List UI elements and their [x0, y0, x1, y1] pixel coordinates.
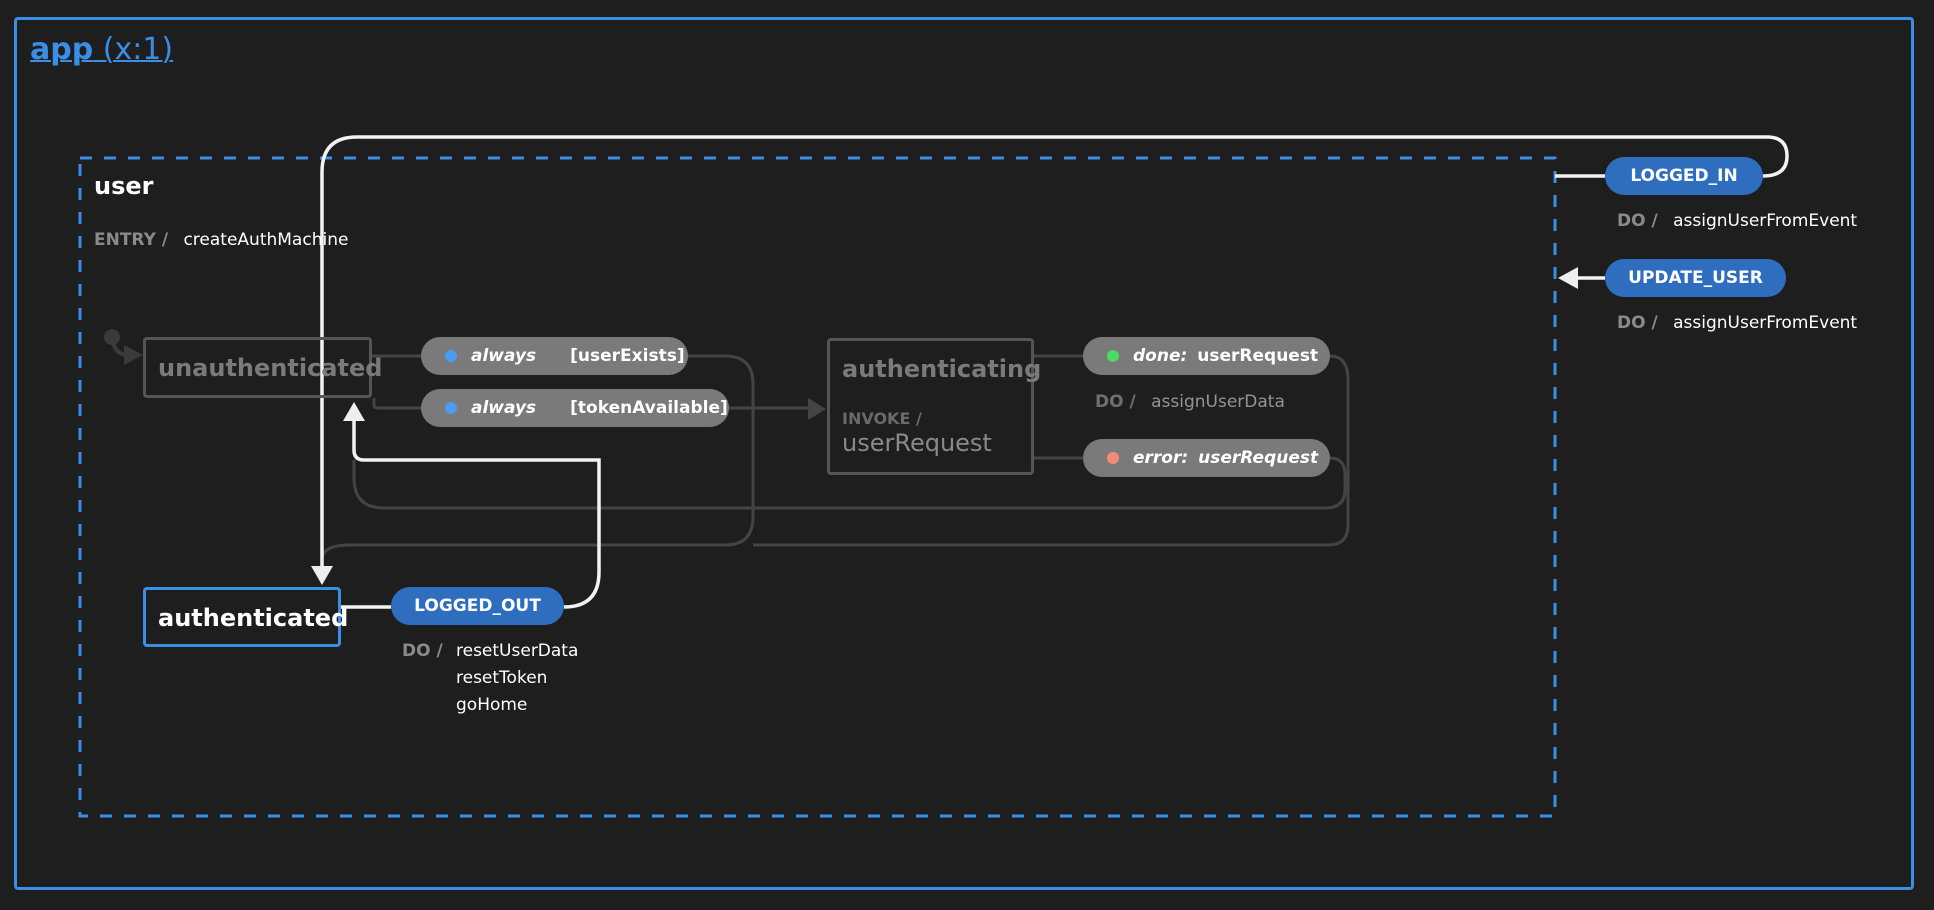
do-label: DO / [402, 641, 443, 661]
invoke-source: userRequest [842, 429, 992, 457]
action-name: assignUserData [1151, 392, 1285, 412]
event-label: always [471, 346, 537, 366]
state-authenticated[interactable]: authenticated [143, 587, 348, 647]
update-user-actions: DO / assignUserFromEvent [1617, 313, 1857, 333]
transition-done-user-request[interactable]: done: userRequest [1083, 337, 1330, 375]
user-entry-action: ENTRY / createAuthMachine [94, 230, 348, 250]
action-name: resetUserData [456, 641, 579, 661]
do-label: DO / [1617, 211, 1658, 231]
user-state-title: user [94, 172, 154, 200]
event-logged-out-button[interactable]: LOGGED_OUT [391, 587, 564, 625]
done-dot-icon [1107, 350, 1119, 362]
event-label: done: [1133, 346, 1188, 366]
event-logged-in-button[interactable]: LOGGED_IN [1605, 157, 1763, 195]
event-label: always [471, 398, 537, 418]
entry-label: ENTRY / [94, 230, 169, 250]
state-name: authenticating [842, 355, 1042, 383]
app-title-name: app [30, 32, 94, 67]
event-label: error: [1133, 448, 1189, 468]
state-unauthenticated[interactable]: unauthenticated [143, 337, 382, 398]
transition-always-token-available[interactable]: always [tokenAvailable] [421, 389, 729, 427]
state-name: authenticated [158, 604, 349, 632]
guard-label: [userExists] [570, 346, 685, 366]
logged-in-actions: DO / assignUserFromEvent [1617, 211, 1857, 231]
action-name: goHome [456, 695, 528, 715]
action-name: resetToken [456, 668, 548, 688]
app-title-suffix: (x:1) [93, 32, 174, 67]
invoke-label: INVOKE / [842, 409, 922, 428]
event-update-user-button[interactable]: UPDATE_USER [1605, 259, 1786, 297]
do-label: DO / [1095, 392, 1136, 412]
event-target: userRequest [1197, 346, 1319, 366]
entry-action-name: createAuthMachine [183, 230, 349, 250]
action-name: assignUserFromEvent [1673, 313, 1858, 333]
always-dot-icon [445, 402, 457, 414]
guard-label: [tokenAvailable] [570, 398, 728, 418]
transition-error-user-request[interactable]: error: userRequest [1083, 439, 1330, 477]
state-name: unauthenticated [158, 354, 383, 382]
transition-always-user-exists[interactable]: always [userExists] [421, 337, 688, 375]
event-target: userRequest [1198, 448, 1319, 468]
do-label: DO / [1617, 313, 1658, 333]
app-title-link[interactable]: app (x:1) [30, 32, 173, 67]
action-name: assignUserFromEvent [1673, 211, 1858, 231]
logged-out-actions: DO / [402, 641, 443, 661]
state-authenticating[interactable]: authenticating INVOKE / userRequest [827, 338, 1041, 475]
done-actions: DO / assignUserData [1095, 392, 1285, 412]
error-dot-icon [1107, 452, 1119, 464]
always-dot-icon [445, 350, 457, 362]
